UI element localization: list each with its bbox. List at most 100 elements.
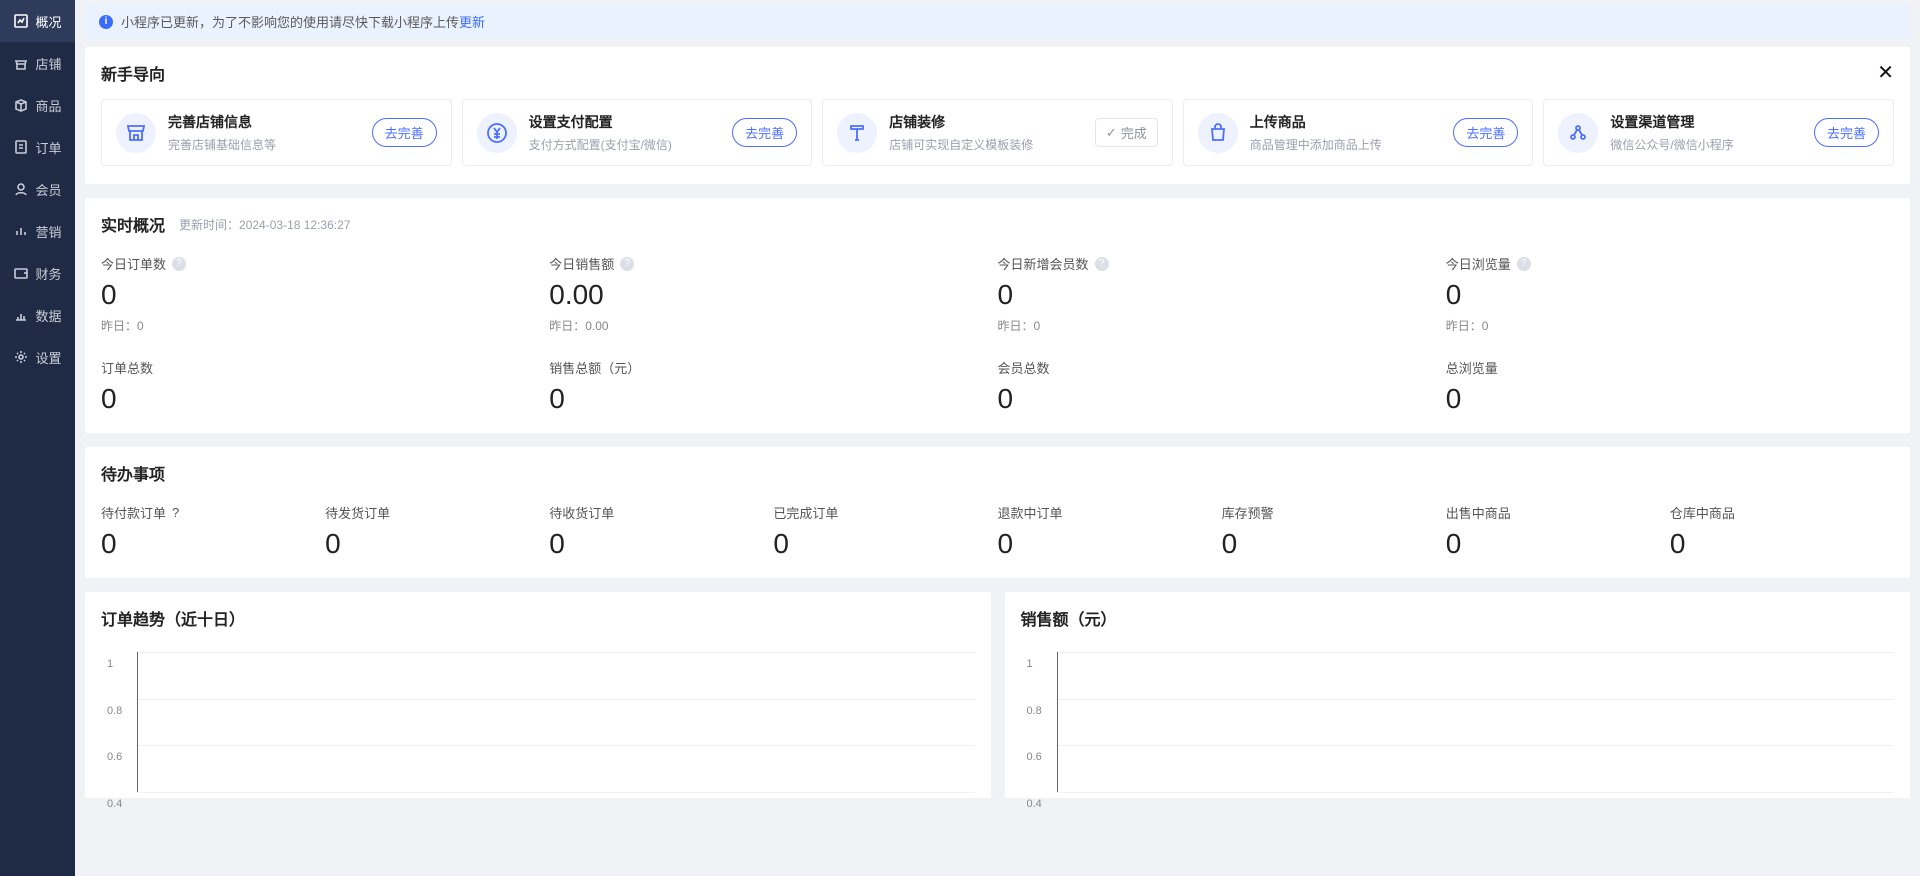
- guide-panel: 新手导向 ✕ 完善店铺信息 完善店铺基础信息等 去完善 设置支付配置 支付方式配…: [85, 47, 1910, 184]
- guide-card-desc: 微信公众号/微信小程序: [1610, 136, 1802, 153]
- help-icon[interactable]: ?: [1517, 257, 1531, 271]
- guide-card-desc: 商品管理中添加商品上传: [1250, 136, 1442, 153]
- guide-text: 设置支付配置 支付方式配置(支付宝/微信): [529, 112, 721, 153]
- todo-item: 仓库中商品 0: [1670, 503, 1894, 560]
- sidebar-item-label: 商品: [35, 96, 61, 115]
- guide-header: 新手导向 ✕: [101, 61, 1894, 85]
- guide-card-title: 店铺装修: [889, 112, 1083, 132]
- grid-line: [137, 745, 975, 746]
- metric-label: 销售总额（元）: [549, 358, 997, 377]
- metric: 今日订单数? 0 昨日：0: [101, 254, 549, 334]
- todo-value: 0: [325, 528, 549, 560]
- todo-item: 待发货订单 0: [325, 503, 549, 560]
- info-icon: i: [99, 15, 113, 29]
- grid-line: [1057, 652, 1895, 653]
- metric: 订单总数 0: [101, 358, 549, 415]
- guide-action-button[interactable]: 去完善: [1814, 118, 1879, 147]
- metric-label: 订单总数: [101, 358, 549, 377]
- realtime-title: 实时概况: [101, 212, 165, 236]
- guide-action-button[interactable]: 去完善: [732, 118, 797, 147]
- guide-card: 完善店铺信息 完善店铺基础信息等 去完善: [101, 99, 452, 166]
- chart-box-icon: [13, 13, 29, 29]
- sidebar-item-settings[interactable]: 设置: [0, 336, 75, 378]
- todo-value: 0: [998, 528, 1222, 560]
- grid-line: [1057, 699, 1895, 700]
- help-icon[interactable]: ?: [1095, 257, 1109, 271]
- guide-card-title: 设置支付配置: [529, 112, 721, 132]
- todo-item: 已完成订单 0: [773, 503, 997, 560]
- close-icon[interactable]: ✕: [1877, 65, 1894, 81]
- charts-row: 订单趋势（近十日） 0.40.60.81 销售额（元） 0.40.60.81: [85, 592, 1910, 798]
- metric: 会员总数 0: [998, 358, 1446, 415]
- metric: 销售总额（元） 0: [549, 358, 997, 415]
- metric-label: 今日浏览量?: [1446, 254, 1894, 273]
- sidebar-item-label: 数据: [35, 306, 61, 325]
- todo-value: 0: [101, 528, 325, 560]
- wallet-icon: [13, 265, 29, 281]
- guide-text: 上传商品 商品管理中添加商品上传: [1250, 112, 1442, 153]
- sidebar-item-orders[interactable]: 订单: [0, 126, 75, 168]
- metric-value: 0: [1446, 279, 1894, 311]
- guide-card-title: 设置渠道管理: [1610, 112, 1802, 132]
- realtime-panel: 实时概况 更新时间：2024-03-18 12:36:27 今日订单数? 0 昨…: [85, 198, 1910, 433]
- chart-sales-area: 0.40.60.81: [1057, 652, 1895, 792]
- todo-label: 退款中订单: [998, 503, 1222, 522]
- metric-yesterday: 昨日：0.00: [549, 317, 997, 334]
- todo-label: 仓库中商品: [1670, 503, 1894, 522]
- guide-text: 完善店铺信息 完善店铺基础信息等: [168, 112, 360, 153]
- order-icon: [13, 139, 29, 155]
- user-icon: [13, 181, 29, 197]
- sidebar-item-data[interactable]: 数据: [0, 294, 75, 336]
- guide-action-button[interactable]: 去完善: [1453, 118, 1518, 147]
- metric-value: 0: [549, 383, 997, 415]
- todo-value: 0: [773, 528, 997, 560]
- todo-label: 库存预警: [1222, 503, 1446, 522]
- guide-text: 设置渠道管理 微信公众号/微信小程序: [1610, 112, 1802, 153]
- grid-line: [137, 699, 975, 700]
- metric-value: 0: [101, 383, 549, 415]
- y-tick-label: 0.6: [107, 751, 122, 763]
- metric: 今日浏览量? 0 昨日：0: [1446, 254, 1894, 334]
- sidebar-item-shop[interactable]: 店铺: [0, 42, 75, 84]
- guide-card: 店铺装修 店铺可实现自定义模板装修 完成: [822, 99, 1173, 166]
- sidebar-item-label: 店铺: [35, 54, 61, 73]
- metric-label: 会员总数: [998, 358, 1446, 377]
- alert-link[interactable]: 更新: [459, 12, 485, 31]
- guide-action-button[interactable]: 去完善: [372, 118, 437, 147]
- metric-label: 今日新增会员数?: [998, 254, 1446, 273]
- todo-value: 0: [1670, 528, 1894, 560]
- y-axis-line: [1057, 652, 1058, 792]
- todo-label: 待发货订单: [325, 503, 549, 522]
- sidebar-item-goods[interactable]: 商品: [0, 84, 75, 126]
- brush-icon: [837, 113, 877, 153]
- todo-label: 已完成订单: [773, 503, 997, 522]
- todo-item: 库存预警 0: [1222, 503, 1446, 560]
- help-icon[interactable]: ?: [620, 257, 634, 271]
- sidebar-item-marketing[interactable]: 营销: [0, 210, 75, 252]
- metric: 今日销售额? 0.00 昨日：0.00: [549, 254, 997, 334]
- help-icon[interactable]: ?: [172, 505, 179, 520]
- guide-card: 设置渠道管理 微信公众号/微信小程序 去完善: [1543, 99, 1894, 166]
- sidebar-item-label: 概况: [35, 12, 61, 31]
- sidebar-item-label: 营销: [35, 222, 61, 241]
- help-icon[interactable]: ?: [172, 257, 186, 271]
- todo-label: 待收货订单: [549, 503, 773, 522]
- metric-value: 0: [101, 279, 549, 311]
- sidebar: 概况 店铺 商品 订单 会员 营销 财务 数据 设置: [0, 0, 75, 876]
- grid-line: [137, 792, 975, 793]
- chart-orders: 订单趋势（近十日） 0.40.60.81: [85, 592, 991, 798]
- todo-item: 待付款订单? 0: [101, 503, 325, 560]
- metric-yesterday: 昨日：0: [101, 317, 549, 334]
- y-tick-label: 0.4: [1027, 798, 1042, 810]
- chart-sales: 销售额（元） 0.40.60.81: [1005, 592, 1911, 798]
- sidebar-item-overview[interactable]: 概况: [0, 0, 75, 42]
- guide-card-desc: 支付方式配置(支付宝/微信): [529, 136, 721, 153]
- update-alert: i 小程序已更新，为了不影响您的使用请尽快下载小程序上传 更新: [85, 4, 1910, 39]
- box-icon: [13, 97, 29, 113]
- sidebar-item-finance[interactable]: 财务: [0, 252, 75, 294]
- bag-icon: [1198, 113, 1238, 153]
- sidebar-item-members[interactable]: 会员: [0, 168, 75, 210]
- metric-value: 0: [998, 383, 1446, 415]
- grid-line: [1057, 745, 1895, 746]
- guide-card-title: 上传商品: [1250, 112, 1442, 132]
